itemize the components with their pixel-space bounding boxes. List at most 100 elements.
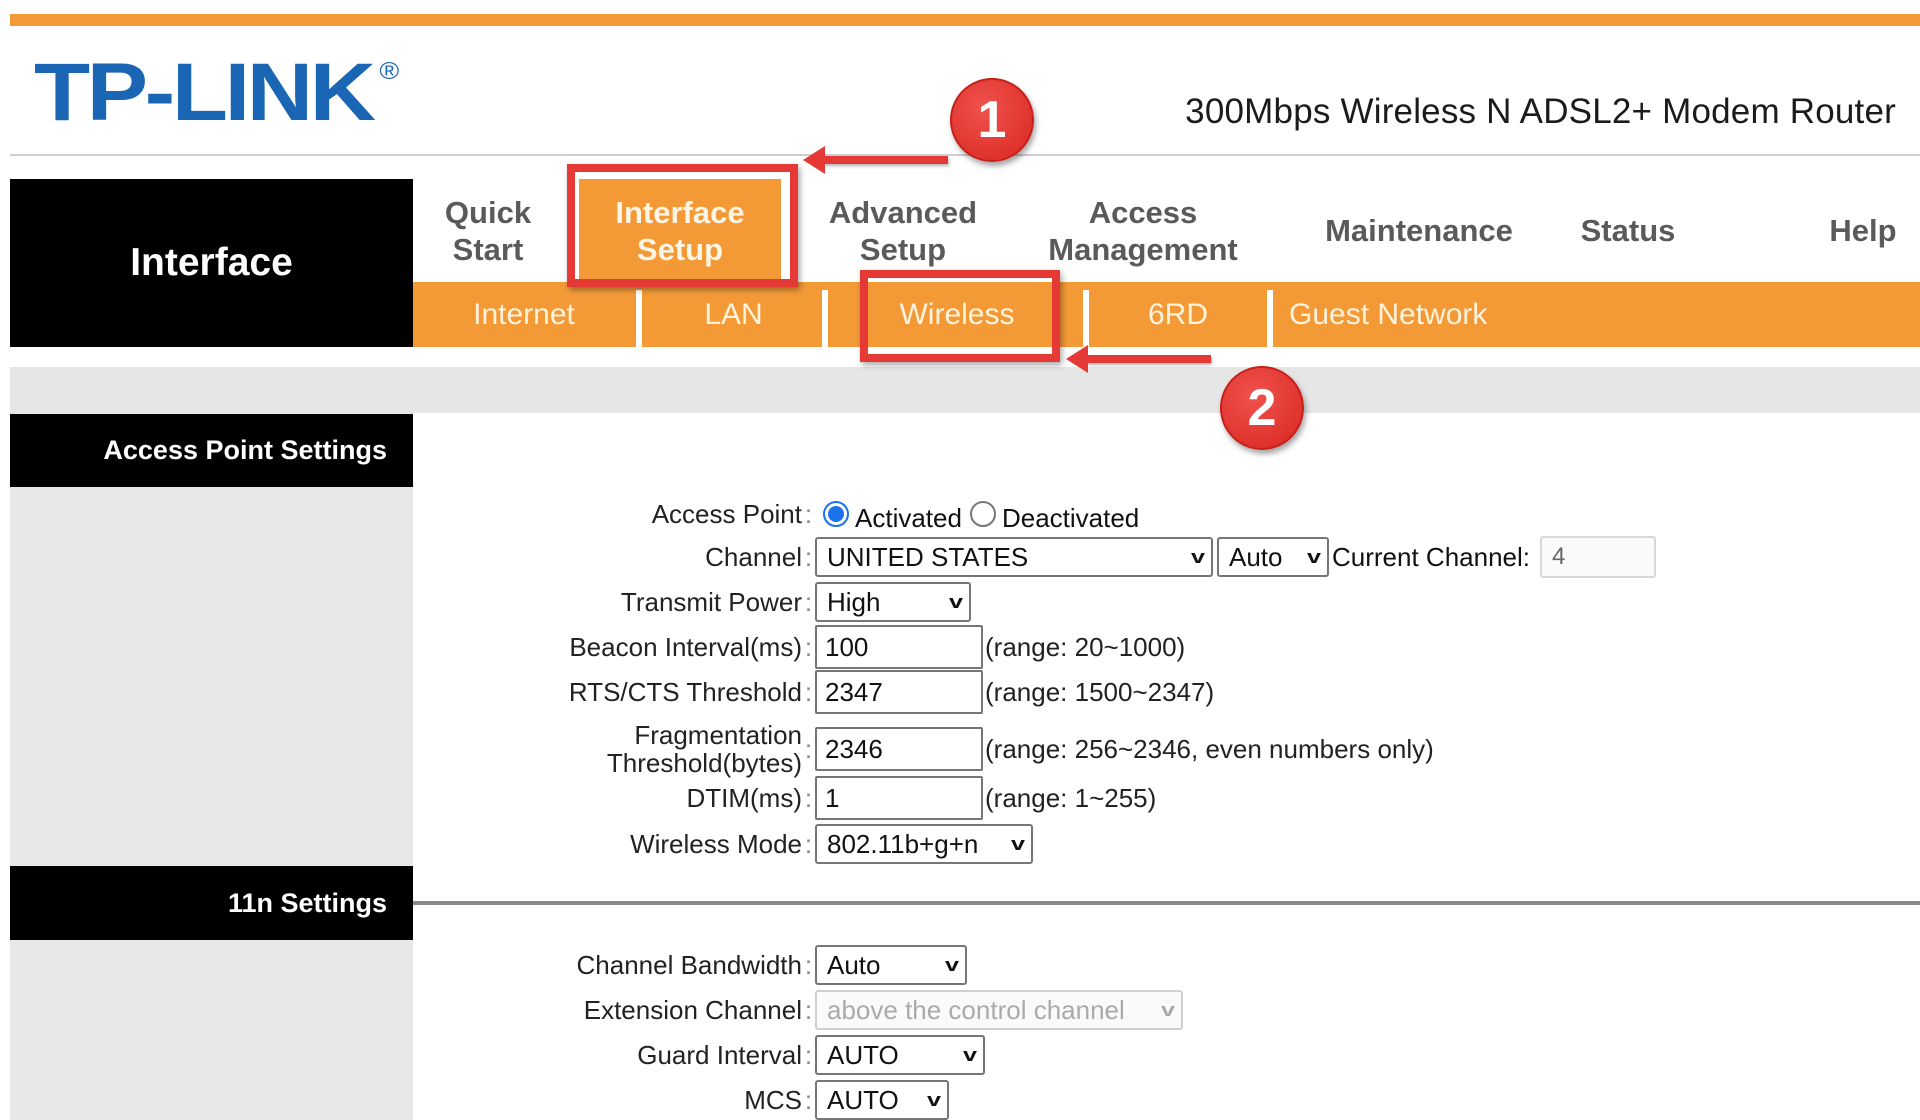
field-label: Beacon Interval(ms) (569, 632, 802, 662)
range-hint: (range: 256~2346, even numbers only) (985, 733, 1434, 764)
registered-mark: ® (379, 58, 400, 85)
nav-label: Management (1048, 231, 1238, 267)
colon: : (804, 782, 813, 813)
guard-interval-select[interactable]: AUTO v (815, 1035, 985, 1075)
colon: : (804, 1039, 813, 1070)
chevron-down-icon: v (1306, 546, 1322, 567)
annotation-arrow-icon (1066, 345, 1211, 373)
chevron-down-icon: v (1010, 833, 1026, 854)
fragmentation-input[interactable]: 2346 (815, 727, 983, 771)
chevron-down-icon: v (962, 1044, 978, 1065)
dtim-row: DTIM(ms) : 1 (range: 1~255) (413, 776, 1920, 820)
transmit-power-value: High (827, 586, 881, 617)
channel-bandwidth-row: Channel Bandwidth : Auto v (413, 945, 1920, 985)
content-top-band (10, 367, 1920, 413)
annotation-highlight-interface-setup (567, 164, 798, 287)
left-column (10, 413, 413, 1120)
colon: : (804, 828, 813, 859)
range-hint: (range: 1~255) (985, 782, 1157, 813)
transmit-power-row: Transmit Power : High v (413, 582, 1920, 622)
deactivated-radio[interactable] (969, 501, 996, 527)
chevron-down-icon: v (1190, 546, 1206, 567)
wireless-mode-row: Wireless Mode : 802.11b+g+n v (413, 824, 1920, 864)
nav-label: Start (452, 231, 524, 267)
extension-channel-select: above the control channel v (815, 990, 1183, 1030)
nav-advanced-setup[interactable]: Advanced Setup (803, 179, 1003, 282)
subnav-internet[interactable]: Internet (413, 282, 635, 347)
label-line: Threshold(bytes) (606, 748, 802, 778)
channel-bandwidth-value: Auto (827, 949, 881, 980)
nav-quick-start[interactable]: Quick Start (413, 179, 563, 282)
colon: : (804, 541, 813, 572)
colon: : (804, 733, 813, 764)
nav-label: Setup (859, 231, 947, 267)
section-divider (413, 901, 1920, 905)
annotation-step-1: 1 (950, 78, 1034, 162)
activated-radio[interactable] (823, 501, 849, 527)
access-point-row: Access Point : Activated Deactivated (413, 494, 1920, 534)
field-label: Wireless Mode (630, 829, 802, 859)
subnav-lan[interactable]: LAN (642, 282, 825, 347)
wireless-mode-value: 802.11b+g+n (827, 828, 979, 859)
chevron-down-icon: v (926, 1089, 942, 1110)
annotation-step-2: 2 (1220, 366, 1304, 450)
region-select[interactable]: UNITED STATES v (815, 537, 1213, 577)
field-label: Access Point (651, 499, 802, 529)
nav-label: Advanced (828, 194, 978, 230)
deactivated-label: Deactivated (1001, 502, 1140, 533)
nav-maintenance[interactable]: Maintenance (1299, 179, 1539, 282)
subnav-separator (1267, 290, 1273, 347)
tp-link-logo: TP-LINK ® (34, 52, 399, 134)
channel-select[interactable]: Auto v (1217, 537, 1329, 577)
colon: : (804, 631, 813, 662)
region-value: UNITED STATES (827, 541, 1029, 572)
colon: : (804, 994, 813, 1025)
colon: : (804, 586, 813, 617)
section-title: Interface (10, 179, 413, 347)
activated-label: Activated (855, 502, 962, 533)
mcs-value: AUTO (827, 1084, 899, 1115)
transmit-power-select[interactable]: High v (815, 582, 971, 622)
nav-label: Access (1088, 194, 1198, 230)
mcs-row: MCS : AUTO v (413, 1080, 1920, 1120)
field-label: Extension Channel (583, 995, 802, 1025)
dtim-input[interactable]: 1 (815, 776, 983, 820)
fragmentation-row: Fragmentation Threshold(bytes) : 2346 (ran… (413, 720, 1920, 778)
logo-text: TP-LINK (34, 47, 376, 138)
chevron-down-icon: v (944, 954, 960, 975)
chevron-down-icon: v (1160, 999, 1176, 1020)
nav-label: Quick (444, 194, 532, 230)
guard-interval-row: Guard Interval : AUTO v (413, 1035, 1920, 1075)
top-accent-bar (10, 14, 1920, 26)
rts-cts-row: RTS/CTS Threshold : 2347 (range: 1500~234… (413, 670, 1920, 714)
subnav-guest-network[interactable]: Guest Network (1289, 282, 1539, 347)
beacon-interval-input[interactable]: 100 (815, 625, 983, 669)
subnav-6rd[interactable]: 6RD (1089, 282, 1267, 347)
channel-row: Channel : UNITED STATES v Auto v Current C… (413, 536, 1920, 578)
range-hint: (range: 20~1000) (985, 631, 1186, 662)
annotation-arrow-icon (803, 146, 948, 174)
11n-settings-heading: 11n Settings (10, 866, 413, 940)
colon: : (804, 949, 813, 980)
beacon-interval-row: Beacon Interval(ms) : 100 (range: 20~1000… (413, 625, 1920, 669)
field-label: Transmit Power (620, 587, 802, 617)
field-label: Channel Bandwidth (576, 950, 803, 980)
range-hint: (range: 1500~2347) (985, 676, 1215, 707)
channel-value: Auto (1229, 541, 1283, 572)
rts-cts-input[interactable]: 2347 (815, 670, 983, 714)
nav-status[interactable]: Status (1553, 179, 1703, 282)
nav-access-management[interactable]: Access Management (1023, 179, 1263, 282)
nav-help[interactable]: Help (1813, 179, 1913, 282)
field-label: Channel (705, 542, 802, 572)
current-channel-field: 4 (1540, 536, 1656, 578)
colon: : (804, 1084, 813, 1115)
wireless-mode-select[interactable]: 802.11b+g+n v (815, 824, 1033, 864)
product-title: 300Mbps Wireless N ADSL2+ Modem Router (1185, 92, 1896, 131)
label-line: Fragmentation (634, 720, 802, 750)
sub-nav: Internet LAN Wireless 6RD Guest Network (413, 282, 1920, 347)
field-label: Fragmentation Threshold(bytes) (413, 721, 802, 777)
field-label: DTIM(ms) (686, 783, 802, 813)
extension-channel-row: Extension Channel : above the control ch… (413, 990, 1920, 1030)
channel-bandwidth-select[interactable]: Auto v (815, 945, 967, 985)
mcs-select[interactable]: AUTO v (815, 1080, 949, 1120)
